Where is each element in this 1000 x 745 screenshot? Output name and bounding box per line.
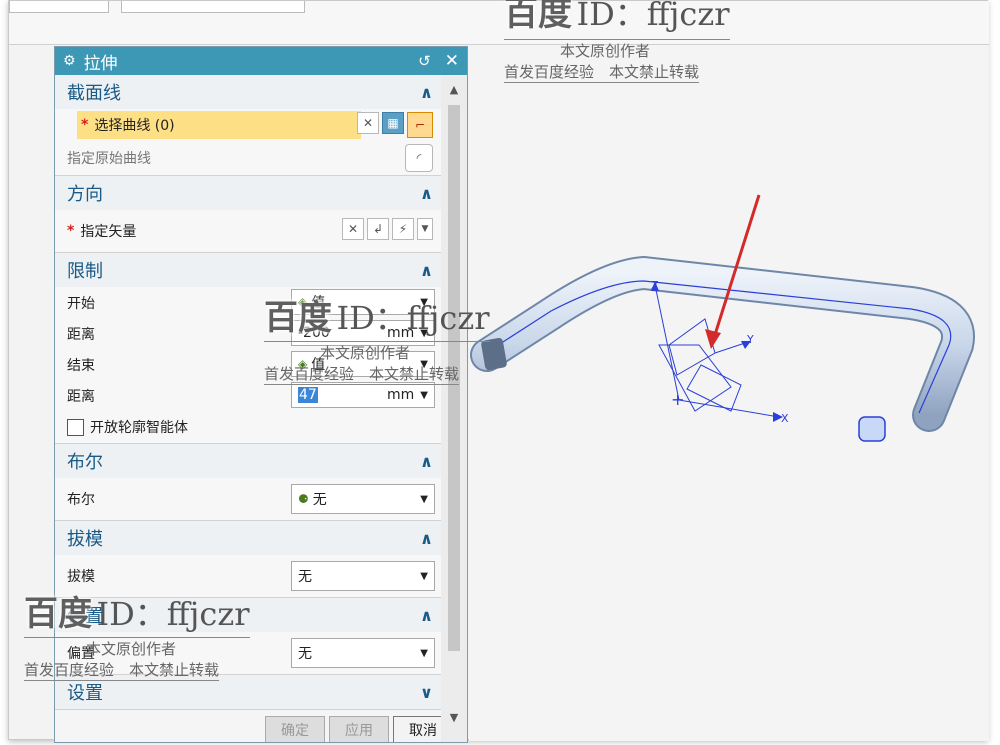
chevron-up-icon[interactable]: ∧ [420,261,433,280]
apply-button[interactable]: 应用 [329,716,389,742]
section-curve-title: 截面线 [67,83,121,104]
draft-select[interactable]: 无 ▼ [291,561,435,591]
axis-y-label: Y [746,333,754,346]
start-unit: mm [387,325,415,341]
offset-header[interactable]: 偏置 ∧ [55,598,443,632]
deselect-icon[interactable]: ✕ [342,218,364,240]
settings-title: 设置 [67,683,103,704]
chevron-down-icon: ▼ [420,647,428,659]
toolbar-field-2[interactable] [121,1,305,13]
direction-title: 方向 [67,184,103,205]
vector-dialog-icon[interactable]: ⚡ [392,218,414,240]
limits-title: 限制 [67,261,103,282]
required-icon: * [67,223,75,239]
draft-title: 拔模 [67,529,103,550]
start-select[interactable]: ◈ 值 ▼ [291,289,435,315]
scroll-thumb[interactable] [448,105,460,651]
boolean-header[interactable]: 布尔 ∧ [55,444,443,478]
end-distance-label: 距离 [67,388,95,405]
open-profile-label: 开放轮廓智能体 [90,420,188,436]
end-label: 结束 [67,357,95,374]
select-curve-field[interactable]: * 选择曲线 (0) [77,111,361,139]
scroll-up-icon[interactable]: ▲ [441,83,467,96]
chevron-down-icon[interactable]: ▼ [420,390,428,401]
curve-select-icon[interactable]: ⌐ [407,112,433,138]
value-icon: ◈ [298,295,308,309]
chevron-down-icon: ▼ [420,493,428,505]
start-label: 开始 [67,295,95,312]
chevron-down-icon[interactable]: ∨ [420,683,433,702]
section-curve-group: 截面线 ∧ * 选择曲线 (0) ✕ ▦ ⌐ 指定原始曲线 ◜ [55,75,443,176]
settings-header[interactable]: 设置 ∨ [55,675,443,709]
end-distance-input[interactable]: 47 mm ▼ [291,382,435,408]
direction-header[interactable]: 方向 ∧ [55,176,443,210]
dialog-title: 拉伸 [83,53,118,74]
boolean-title: 布尔 [67,452,103,473]
start-distance-value: -200 [298,325,330,341]
dialog-buttons: 确定 应用 取消 [265,716,453,742]
chevron-down-icon: ▼ [420,358,428,370]
boolean-value: 无 [312,492,327,508]
offset-title: 偏置 [67,606,103,627]
chevron-down-icon: ▼ [420,570,428,582]
chevron-up-icon[interactable]: ∧ [420,452,433,471]
extrude-dialog: ⚙ 拉伸 ↺ ✕ 截面线 ∧ * 选择曲线 (0) ✕ ▦ ⌐ 指定原始曲线 ◜… [54,46,468,743]
draft-header[interactable]: 拔模 ∧ [55,521,443,555]
chevron-up-icon[interactable]: ∧ [420,606,433,625]
model-view[interactable]: Z Y X + [469,45,989,741]
required-icon: * [81,117,89,133]
sketch-section-icon[interactable]: ▦ [382,112,404,134]
chevron-up-icon[interactable]: ∧ [420,83,433,102]
limits-header[interactable]: 限制 ∧ [55,253,443,287]
start-value: 值 [311,295,326,311]
origin-curve-icon[interactable]: ◜ [405,144,433,172]
scroll-down-icon[interactable]: ▼ [441,711,467,724]
end-unit: mm [387,387,415,403]
boolean-group: 布尔 ∧ 布尔 ⚈ 无 ▼ [55,444,443,521]
dialog-scrollbar[interactable]: ▲ ▼ [441,75,467,742]
start-distance-input[interactable]: -200 mm ▼ [291,320,435,346]
chevron-down-icon: ▼ [420,296,428,308]
direction-group: 方向 ∧ * 指定矢量 ✕ ↲ ⚡ ▼ [55,176,443,253]
limits-group: 限制 ∧ 开始 ◈ 值 ▼ 距离 -200 mm ▼ 结束 ◈ 值 ▼ 距离 4… [55,253,443,444]
boolean-none-icon: ⚈ [298,492,309,506]
end-select[interactable]: ◈ 值 ▼ [291,351,435,377]
chevron-up-icon[interactable]: ∧ [420,184,433,203]
select-curve-label: 选择曲线 (0) [94,118,175,134]
axis-z-label: Z [651,279,659,292]
end-value: 值 [311,357,326,373]
draft-group: 拔模 ∧ 拔模 无 ▼ [55,521,443,598]
offset-select[interactable]: 无 ▼ [291,638,435,668]
toolbar-field-1[interactable] [9,1,109,13]
reset-icon[interactable]: ↺ [418,52,431,70]
boolean-select[interactable]: ⚈ 无 ▼ [291,484,435,514]
specify-vector-label: 指定矢量 [80,224,137,240]
draft-label: 拔模 [67,569,95,585]
offset-label: 偏置 [67,646,95,662]
graphics-viewport[interactable]: Z Y X + [469,45,989,741]
chevron-down-icon[interactable]: ▼ [417,218,433,240]
deselect-icon[interactable]: ✕ [357,112,379,134]
reverse-direction-icon[interactable]: ↲ [367,218,389,240]
chevron-down-icon[interactable]: ▼ [420,328,428,339]
origin-marker: + [671,390,684,409]
draft-value: 无 [298,569,312,585]
axis-x-label: X [781,412,789,425]
value-icon: ◈ [298,357,308,371]
offset-value: 无 [298,646,312,662]
open-profile-checkbox[interactable] [67,418,84,436]
end-distance-value: 47 [298,387,318,403]
ok-button[interactable]: 确定 [265,716,325,742]
section-curve-header[interactable]: 截面线 ∧ [55,75,443,109]
specify-origin-curve-label: 指定原始曲线 [67,151,151,167]
gear-icon[interactable]: ⚙ [63,53,76,69]
start-distance-label: 距离 [67,326,95,343]
chevron-up-icon[interactable]: ∧ [420,529,433,548]
dialog-titlebar: ⚙ 拉伸 ↺ ✕ [55,47,467,75]
top-toolbar [9,1,989,45]
close-icon[interactable]: ✕ [445,51,459,71]
offset-group: 偏置 ∧ 偏置 无 ▼ [55,598,443,675]
boolean-label: 布尔 [67,492,95,508]
settings-group: 设置 ∨ [55,675,443,710]
